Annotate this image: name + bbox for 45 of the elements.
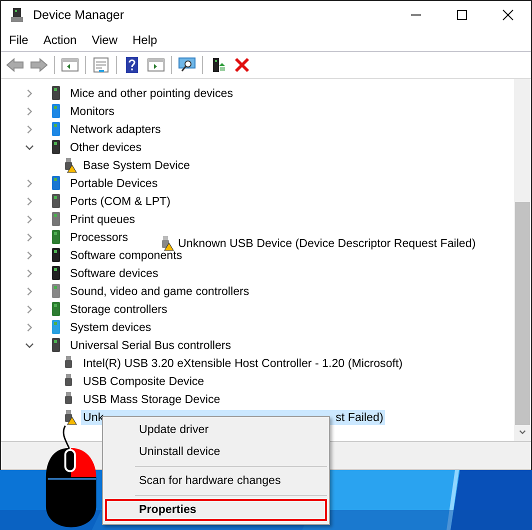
- expander-icon[interactable]: [25, 340, 34, 350]
- tree-item[interactable]: USB Composite Device: [81, 374, 206, 388]
- close-icon[interactable]: [502, 9, 514, 21]
- monitor-search-icon[interactable]: [178, 57, 196, 73]
- menu-item[interactable]: File: [3, 33, 34, 47]
- tree-item[interactable]: Software devices: [68, 266, 160, 280]
- console-tree-icon[interactable]: [61, 57, 79, 73]
- tree-item[interactable]: Network adapters: [68, 122, 163, 136]
- tree-item[interactable]: Processors: [68, 230, 130, 244]
- tree-item[interactable]: Sound, video and game controllers: [68, 284, 252, 298]
- tree-item[interactable]: Base System Device: [81, 158, 192, 172]
- device-manager-icon: [9, 7, 25, 23]
- tree-item[interactable]: Mice and other pointing devices: [68, 86, 236, 100]
- tree-item[interactable]: Ports (COM & LPT): [68, 194, 172, 208]
- back-arrow-icon[interactable]: [6, 57, 24, 73]
- menu-item[interactable]: Help: [126, 33, 164, 47]
- drag-label: Unknown USB Device (Device Descriptor Request Failed): [178, 236, 476, 250]
- tree-item[interactable]: Other devices: [68, 140, 144, 154]
- scroll-down-icon[interactable]: [518, 428, 527, 437]
- context-menu-item[interactable]: Uninstall device: [105, 441, 327, 463]
- tree-item[interactable]: Monitors: [68, 104, 116, 118]
- properties-sheet-icon[interactable]: [92, 57, 110, 73]
- tree-item[interactable]: Storage controllers: [68, 302, 170, 316]
- action-pane-icon[interactable]: [147, 57, 165, 73]
- tree-item[interactable]: Software components: [68, 248, 184, 262]
- tree-item[interactable]: Print queues: [68, 212, 138, 226]
- context-menu-item[interactable]: Update driver: [105, 419, 327, 441]
- tree-item[interactable]: Portable Devices: [68, 176, 160, 190]
- menu-item[interactable]: View: [86, 33, 124, 47]
- menu-item[interactable]: Action: [37, 33, 83, 47]
- tree-item[interactable]: Universal Serial Bus controllers: [68, 338, 234, 352]
- tree-item[interactable]: USB Mass Storage Device: [81, 392, 222, 406]
- tree-item[interactable]: System devices: [68, 320, 154, 334]
- tree-item[interactable]: st Failed): [336, 410, 384, 424]
- expander-icon[interactable]: [25, 142, 34, 152]
- maximize-icon[interactable]: [456, 9, 468, 21]
- tree-item[interactable]: Intel(R) USB 3.20 eXtensible Host Controller - 1.20 (Microsoft): [81, 356, 405, 370]
- delete-icon[interactable]: [233, 57, 251, 73]
- context-menu-item[interactable]: Properties: [105, 499, 327, 521]
- help-icon[interactable]: [123, 57, 141, 73]
- context-menu-item[interactable]: Scan for hardware changes: [105, 470, 327, 492]
- scrollbar[interactable]: [514, 79, 531, 441]
- tree-item[interactable]: Unk: [83, 410, 104, 424]
- forward-arrow-icon[interactable]: [30, 57, 48, 73]
- window-title: Device Manager: [33, 8, 126, 22]
